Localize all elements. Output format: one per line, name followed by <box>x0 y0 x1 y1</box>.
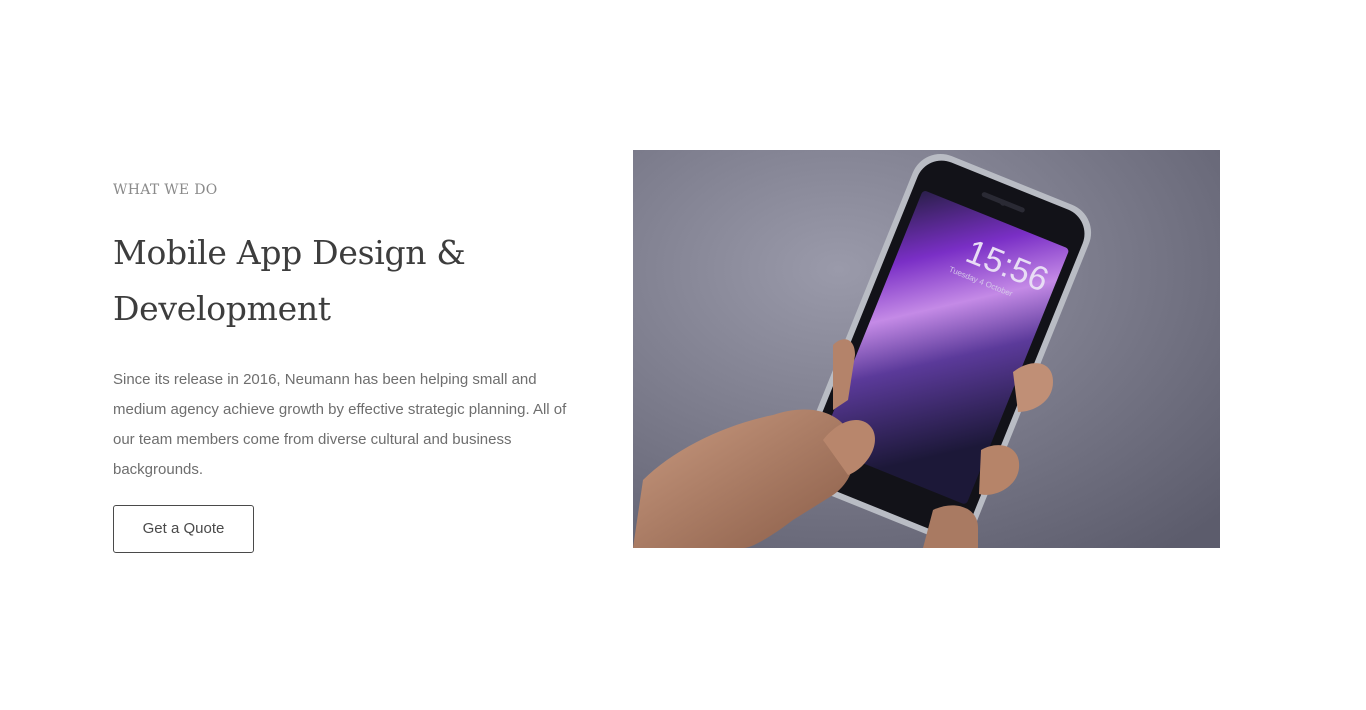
get-a-quote-button[interactable]: Get a Quote <box>113 505 254 553</box>
section-copy: WHAT WE DO Mobile App Design & Developme… <box>113 178 583 553</box>
what-we-do-section: WHAT WE DO Mobile App Design & Developme… <box>0 0 1366 710</box>
section-eyebrow: WHAT WE DO <box>113 182 218 198</box>
section-title: Mobile App Design & Development <box>113 233 466 328</box>
section-description: Since its release in 2016, Neumann has b… <box>113 371 567 478</box>
phone-photo: 15:56 Tuesday 4 October <box>633 150 1220 548</box>
phone-photo-illustration: 15:56 Tuesday 4 October <box>633 150 1220 548</box>
